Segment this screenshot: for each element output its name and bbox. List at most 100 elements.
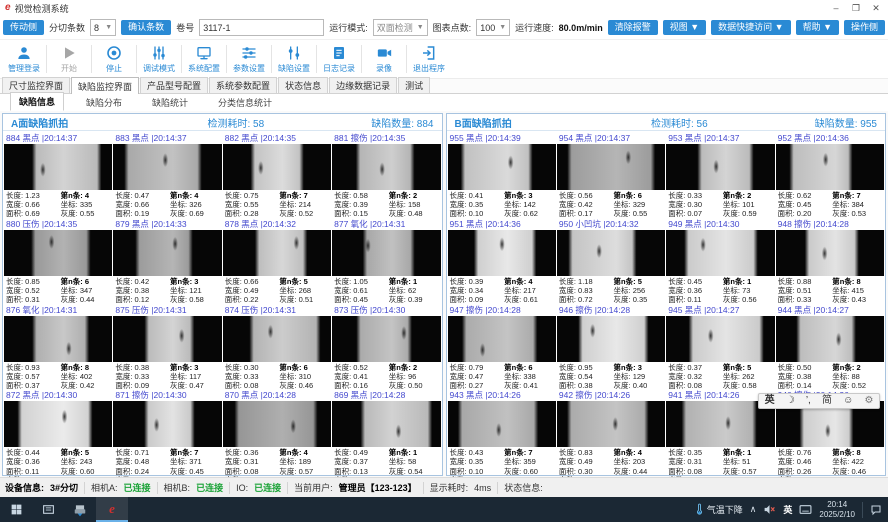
defect-card[interactable]: 869 黑点 |20:14:28长度: 0.49宽度: 0.37面积: 0.13… <box>332 389 440 474</box>
defect-card-header: 870 黑点 |20:14:28 <box>223 389 331 401</box>
defect-card[interactable]: 946 擦伤 |20:14:28长度: 0.95宽度: 0.54面积: 0.38… <box>557 304 665 389</box>
defect-card[interactable]: 878 黑点 |20:14:32长度: 0.66宽度: 0.49面积: 0.22… <box>223 218 331 303</box>
camera-a-status: 已连接 <box>124 481 151 494</box>
defect-card[interactable]: 955 黑点 |20:14:39长度: 0.41宽度: 0.35面积: 0.10… <box>448 132 556 217</box>
ime-settings-gear-icon[interactable]: ⚙ <box>864 396 873 406</box>
defect-card[interactable]: 947 擦伤 |20:14:28长度: 0.79宽度: 0.47面积: 0.27… <box>448 304 556 389</box>
taskbar-clock[interactable]: 20:14 2025/2/10 <box>819 500 855 518</box>
action-camera-button[interactable]: 录像 <box>362 45 406 74</box>
start-button[interactable] <box>0 497 32 522</box>
action-exit-button[interactable]: 退出程序 <box>407 45 451 74</box>
task-view-button[interactable] <box>32 497 64 522</box>
tab-1[interactable]: 缺陷监控界面 <box>71 77 139 94</box>
action-monitor-button[interactable]: 系统配置 <box>182 45 226 74</box>
taskbar-active-app[interactable]: e <box>96 497 128 522</box>
action-tune-button[interactable]: 调试模式 <box>137 45 181 74</box>
defect-card[interactable]: 882 黑点 |20:14:35长度: 0.75宽度: 0.55面积: 0.28… <box>223 132 331 217</box>
defect-card[interactable]: 953 黑点 |20:14:37长度: 0.33宽度: 0.30面积: 0.07… <box>666 132 774 217</box>
defect-card[interactable]: 884 黑点 |20:14:37长度: 1.23宽度: 0.66面积: 0.69… <box>4 132 112 217</box>
defect-thumbnail <box>223 401 331 447</box>
defect-card[interactable]: 872 黑点 |20:14:30长度: 0.44宽度: 0.36面积: 0.11… <box>4 389 112 474</box>
defect-card-header: 953 黑点 |20:14:37 <box>666 132 774 144</box>
defect-card[interactable]: 880 压伤 |20:14:35长度: 0.85宽度: 0.52面积: 0.31… <box>4 218 112 303</box>
action-stop-button[interactable]: 停止 <box>92 45 136 74</box>
defect-card[interactable]: 881 擦伤 |20:14:35长度: 0.58宽度: 0.39面积: 0.15… <box>332 132 440 217</box>
action-log-button[interactable]: 日志记录 <box>317 45 361 74</box>
monitor-icon <box>196 45 212 62</box>
maximize-button[interactable]: ❐ <box>846 1 866 15</box>
defect-card[interactable]: 871 擦伤 |20:14:30长度: 0.71宽度: 0.48面积: 0.24… <box>113 389 221 474</box>
clear-alarm-button[interactable]: 清除报警 <box>608 20 658 36</box>
defect-width: 宽度: 0.52 <box>6 286 61 295</box>
defect-card[interactable]: 950 小凹坑 |20:14:32长度: 1.18宽度: 0.83面积: 0.7… <box>557 218 665 303</box>
defect-metrics-left: 长度: 0.38宽度: 0.33面积: 0.09米数: 0.36 <box>115 363 170 389</box>
defect-card[interactable]: 944 黑点 |20:14:27长度: 0.50宽度: 0.38面积: 0.14… <box>776 304 884 389</box>
confirm-count-button[interactable]: 确认条数 <box>121 20 171 36</box>
tab-4[interactable]: 状态信息 <box>278 77 328 93</box>
action-user-button[interactable]: 管理登录 <box>2 45 46 74</box>
slit-count-select[interactable]: 8 ▼ <box>90 19 116 36</box>
defect-card[interactable]: 879 黑点 |20:14:33长度: 0.42宽度: 0.38面积: 0.12… <box>113 218 221 303</box>
defect-card[interactable]: 870 黑点 |20:14:28 长度: 0.36宽度: 0.31面积: 0.08… <box>223 389 331 474</box>
drive-side-button[interactable]: 传动侧 <box>3 20 44 36</box>
defect-card[interactable]: 948 擦伤 |20:14:28长度: 0.88宽度: 0.51面积: 0.33… <box>776 218 884 303</box>
tray-expand-chevron[interactable]: ∧ <box>750 504 757 515</box>
weather-tray-item[interactable]: 气温下降 <box>695 503 743 516</box>
close-button[interactable]: ✕ <box>866 1 886 15</box>
subtab-0[interactable]: 缺陷信息 <box>10 92 64 111</box>
defect-card[interactable]: 876 氧化 |20:14:31长度: 0.93宽度: 0.57面积: 0.37… <box>4 304 112 389</box>
tab-0[interactable]: 尺寸监控界面 <box>2 77 70 93</box>
ime-language-indicator[interactable]: 英 <box>783 503 792 516</box>
tab-2[interactable]: 产品型号配置 <box>140 77 208 93</box>
action-sliders-h-button[interactable]: 参数设置 <box>227 45 271 74</box>
defect-metrics-left: 长度: 0.75宽度: 0.55面积: 0.28米数: 0.37 <box>225 191 280 217</box>
subtab-2[interactable]: 缺陷统计 <box>144 94 196 111</box>
defect-card[interactable]: 942 擦伤 |20:14:26长度: 0.83宽度: 0.49面积: 0.30… <box>557 389 665 474</box>
action-label: 退出程序 <box>413 63 445 74</box>
run-mode-select[interactable]: 双面检测 ▼ <box>373 19 428 36</box>
action-sliders-v-button[interactable]: 缺陷设置 <box>272 45 316 74</box>
camera-icon <box>376 45 393 62</box>
action-play-button[interactable]: 开始 <box>47 45 91 74</box>
tab-3[interactable]: 系统参数配置 <box>209 77 277 93</box>
defect-card[interactable]: 954 黑点 |20:14:37长度: 0.56宽度: 0.42面积: 0.17… <box>557 132 665 217</box>
operator-side-button[interactable]: 操作侧 <box>844 20 885 36</box>
defect-width: 宽度: 0.39 <box>334 200 389 209</box>
defect-thumbnail <box>448 401 556 447</box>
defect-metrics-left: 长度: 0.36宽度: 0.31面积: 0.08米数: 0.35 <box>225 448 280 474</box>
defect-card[interactable]: 945 黑点 |20:14:27长度: 0.37宽度: 0.32面积: 0.08… <box>666 304 774 389</box>
defect-card[interactable]: 952 黑点 |20:14:36长度: 0.62宽度: 0.45面积: 0.20… <box>776 132 884 217</box>
chevron-down-icon: ▼ <box>105 24 112 31</box>
data-quick-access-button[interactable]: 数据快捷访问 ▼ <box>711 20 790 36</box>
roll-number-input[interactable] <box>199 19 324 36</box>
defect-card[interactable]: 943 黑点 |20:14:26长度: 0.43宽度: 0.35面积: 0.10… <box>448 389 556 474</box>
defect-card[interactable]: 949 黑点 |20:14:30长度: 0.45宽度: 0.36面积: 0.11… <box>666 218 774 303</box>
defect-strip: 第n条: 3 <box>170 363 220 372</box>
chart-points-select[interactable]: 100 ▼ <box>476 19 510 36</box>
notification-center-icon[interactable] <box>870 504 882 516</box>
tab-5[interactable]: 边缘数据记录 <box>329 77 397 93</box>
pinned-app-button[interactable] <box>64 497 96 522</box>
ime-keyboard-icon[interactable] <box>799 504 812 515</box>
defect-card[interactable]: 877 氧化 |20:14:31长度: 1.05宽度: 0.61面积: 0.45… <box>332 218 440 303</box>
minimize-button[interactable]: – <box>826 1 846 15</box>
defect-length: 长度: 0.66 <box>225 277 280 286</box>
subtab-3[interactable]: 分类信息统计 <box>210 94 280 111</box>
subtab-1[interactable]: 缺陷分布 <box>78 94 130 111</box>
ime-language-toggle[interactable]: 英 <box>765 396 775 406</box>
defect-card[interactable]: 875 压伤 |20:14:31长度: 0.38宽度: 0.33面积: 0.09… <box>113 304 221 389</box>
view-menu-button[interactable]: 视图 ▼ <box>663 20 706 36</box>
defect-card[interactable]: 951 黑点 |20:14:36长度: 0.39宽度: 0.34面积: 0.09… <box>448 218 556 303</box>
defect-card[interactable]: 883 黑点 |20:14:37长度: 0.47宽度: 0.66面积: 0.19… <box>113 132 221 217</box>
ime-emoji-icon[interactable]: ☺ <box>843 396 853 406</box>
help-menu-button[interactable]: 帮助 ▼ <box>796 20 839 36</box>
defect-width: 宽度: 0.55 <box>225 200 280 209</box>
ime-punctuation-toggle[interactable]: ’, <box>806 396 811 406</box>
tab-6[interactable]: 测试 <box>398 77 430 93</box>
speaker-muted-icon[interactable] <box>763 504 776 515</box>
ime-fullwidth-moon-icon[interactable]: ☽ <box>786 396 795 406</box>
defect-card[interactable]: 873 压伤 |20:14:30长度: 0.52宽度: 0.41面积: 0.16… <box>332 304 440 389</box>
defect-card[interactable]: 874 压伤 |20:14:31长度: 0.30宽度: 0.33面积: 0.08… <box>223 304 331 389</box>
defect-gray: 灰度: 0.57 <box>723 467 773 476</box>
ime-simplified-toggle[interactable]: 简 <box>822 396 832 406</box>
